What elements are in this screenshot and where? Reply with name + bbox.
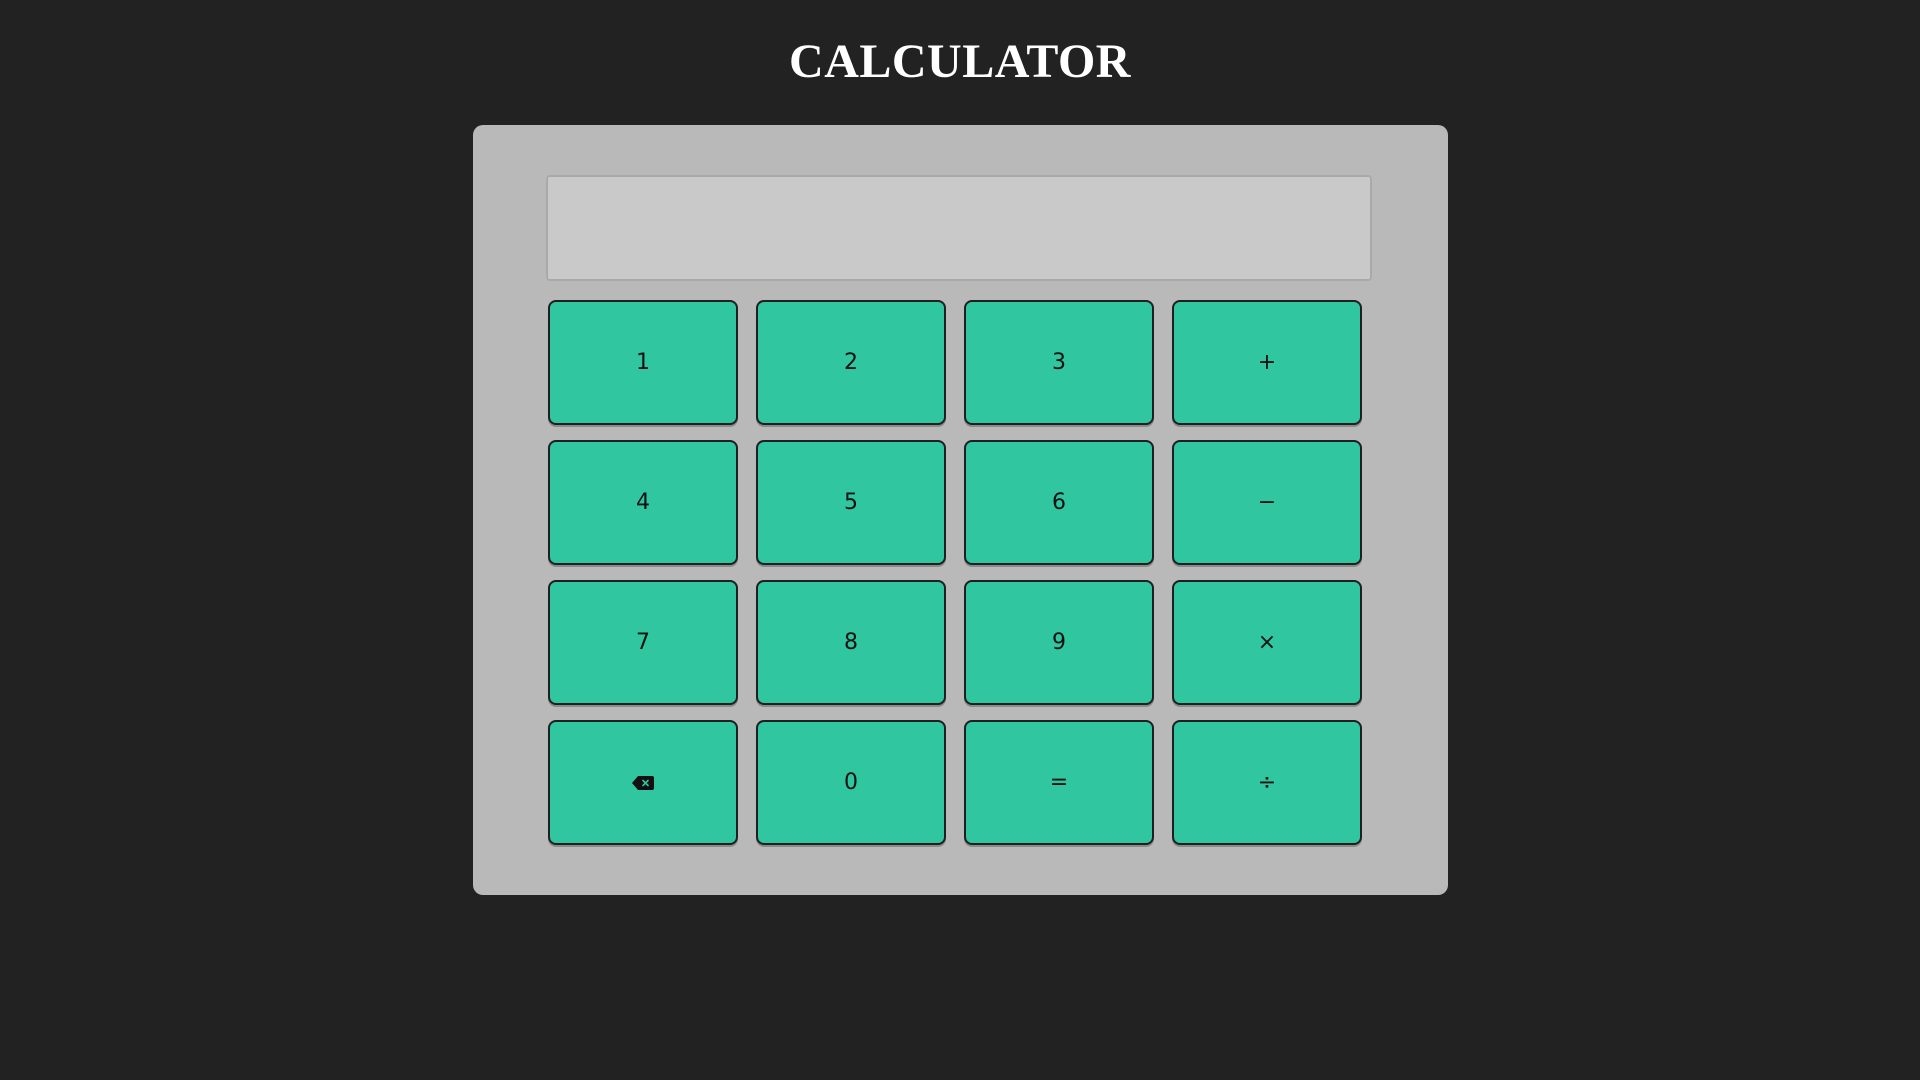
key-label: 3 xyxy=(1052,350,1066,375)
key-label: = xyxy=(1049,770,1069,795)
key-divide[interactable]: ÷ xyxy=(1172,720,1362,845)
calculator-panel: 1 2 3 + 4 5 6 − 7 8 9 × 0 = ÷ xyxy=(473,125,1448,895)
backspace-icon xyxy=(632,775,654,790)
backspace-button[interactable] xyxy=(548,720,738,845)
key-label: 4 xyxy=(636,490,650,515)
key-8[interactable]: 8 xyxy=(756,580,946,705)
key-9[interactable]: 9 xyxy=(964,580,1154,705)
key-label: 9 xyxy=(1052,630,1066,655)
key-1[interactable]: 1 xyxy=(548,300,738,425)
key-label: 7 xyxy=(636,630,650,655)
key-label: + xyxy=(1257,350,1277,375)
key-label: ÷ xyxy=(1257,770,1277,795)
key-minus[interactable]: − xyxy=(1172,440,1362,565)
key-label: 1 xyxy=(636,350,650,375)
key-0[interactable]: 0 xyxy=(756,720,946,845)
key-3[interactable]: 3 xyxy=(964,300,1154,425)
key-6[interactable]: 6 xyxy=(964,440,1154,565)
key-label: 6 xyxy=(1052,490,1066,515)
page-title: CALCULATOR xyxy=(789,35,1131,88)
key-label: × xyxy=(1257,630,1277,655)
key-5[interactable]: 5 xyxy=(756,440,946,565)
key-4[interactable]: 4 xyxy=(548,440,738,565)
key-label: 8 xyxy=(844,630,858,655)
keypad: 1 2 3 + 4 5 6 − 7 8 9 × 0 = ÷ xyxy=(548,300,1362,845)
key-label: 2 xyxy=(844,350,858,375)
key-equals[interactable]: = xyxy=(964,720,1154,845)
key-7[interactable]: 7 xyxy=(548,580,738,705)
key-label: 5 xyxy=(844,490,858,515)
key-plus[interactable]: + xyxy=(1172,300,1362,425)
calculator-display[interactable] xyxy=(546,175,1372,281)
key-multiply[interactable]: × xyxy=(1172,580,1362,705)
key-2[interactable]: 2 xyxy=(756,300,946,425)
key-label: − xyxy=(1257,490,1277,515)
key-label: 0 xyxy=(844,770,858,795)
